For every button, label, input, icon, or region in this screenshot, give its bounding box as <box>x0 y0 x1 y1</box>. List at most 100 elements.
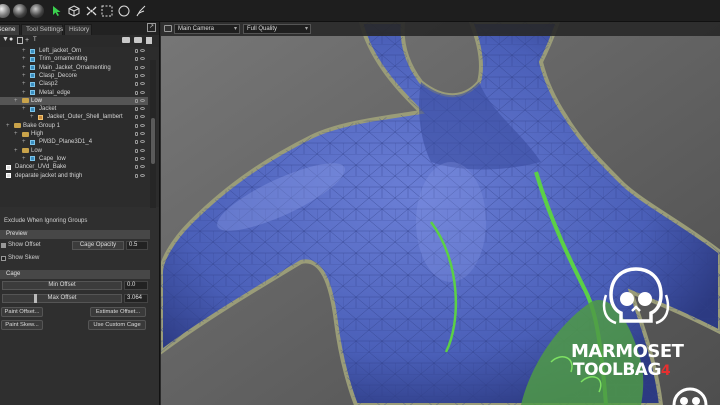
visibility-eye-icon[interactable] <box>140 132 145 135</box>
lock-icon[interactable] <box>135 165 138 170</box>
visibility-eye-icon[interactable] <box>140 65 145 69</box>
min-offset-slider[interactable]: Min Offset <box>2 281 122 290</box>
cage-opacity-slider[interactable]: Cage Opacity <box>72 241 124 250</box>
scene-tree-scrollbar[interactable] <box>150 60 156 210</box>
transform-icon[interactable] <box>84 4 98 18</box>
expand-toggle-icon[interactable]: + <box>30 113 34 121</box>
scene-tree-row[interactable]: + Trim_ornamenting <box>0 55 148 63</box>
lock-icon[interactable] <box>135 115 138 120</box>
visibility-eye-icon[interactable] <box>140 123 145 127</box>
folder-icon[interactable] <box>122 37 130 43</box>
visibility-eye-icon[interactable] <box>140 90 145 94</box>
scene-tree-row[interactable]: + Clasp2 <box>0 80 148 88</box>
lock-icon[interactable] <box>135 148 138 153</box>
tab-tool-settings[interactable]: Tool Settings <box>21 24 63 35</box>
visibility-eye-icon[interactable] <box>140 82 145 86</box>
expand-toggle-icon[interactable]: + <box>22 55 26 63</box>
visibility-eye-icon[interactable] <box>140 165 145 169</box>
lock-icon[interactable] <box>135 65 138 70</box>
preview-section-header[interactable]: Preview <box>0 230 150 239</box>
visibility-eye-icon[interactable] <box>140 148 145 152</box>
cube-icon[interactable] <box>67 4 81 18</box>
marquee-select-icon[interactable] <box>100 4 114 18</box>
scene-tree-row[interactable]: + Cape_low <box>0 155 148 163</box>
cage-section-header[interactable]: Cage <box>0 270 150 279</box>
scene-tree-row[interactable]: + Clasp_Decore <box>0 72 148 80</box>
max-offset-slider-handle[interactable] <box>34 294 37 303</box>
visibility-eye-icon[interactable] <box>140 115 145 119</box>
visibility-eye-icon[interactable] <box>140 107 145 111</box>
viewport-menu-icon[interactable] <box>164 25 172 32</box>
light-icon[interactable] <box>17 37 23 44</box>
expand-toggle-icon[interactable]: + <box>22 89 26 97</box>
expand-toggle-icon[interactable]: + <box>22 80 26 88</box>
lock-icon[interactable] <box>135 132 138 136</box>
cage-opacity-field[interactable]: 0.5 <box>126 241 148 250</box>
max-offset-field[interactable]: 3.064 <box>124 294 148 303</box>
expand-toggle-icon[interactable]: + <box>14 97 18 105</box>
add-icon[interactable]: + <box>25 37 32 44</box>
visibility-eye-icon[interactable] <box>140 140 145 144</box>
show-skew-checkbox[interactable] <box>1 256 6 261</box>
pin-icon[interactable]: ▼ <box>2 36 9 45</box>
expand-toggle-icon[interactable]: + <box>14 147 18 155</box>
quality-select[interactable]: Full Quality ▾ <box>243 24 311 34</box>
lock-icon[interactable] <box>135 82 138 87</box>
delete-icon[interactable] <box>146 37 152 44</box>
tab-history[interactable]: History <box>64 24 92 35</box>
paint-skew-button[interactable]: Paint Skew... <box>1 320 43 330</box>
scene-tree-row[interactable]: + Jacket <box>0 105 148 113</box>
expand-toggle-icon[interactable]: + <box>22 105 26 113</box>
expand-toggle-icon[interactable]: + <box>14 130 18 138</box>
expand-toggle-icon[interactable]: + <box>6 122 10 130</box>
folder-open-icon[interactable] <box>134 37 142 43</box>
visibility-eye-icon[interactable] <box>140 173 145 177</box>
paint-select-icon[interactable] <box>134 4 148 18</box>
use-custom-cage-button[interactable]: Use Custom Cage <box>88 320 146 330</box>
scene-tree-row[interactable]: + High <box>0 130 148 138</box>
visibility-eye-icon[interactable] <box>140 98 145 102</box>
lock-icon[interactable] <box>135 57 138 62</box>
visibility-eye-icon[interactable] <box>140 49 145 52</box>
show-offset-checkbox[interactable] <box>1 243 6 248</box>
expand-toggle-icon[interactable]: + <box>22 47 26 55</box>
scene-tree-row[interactable]: + Bake Group 1 <box>0 122 148 130</box>
lock-icon[interactable] <box>135 140 138 145</box>
lock-icon[interactable] <box>135 49 138 53</box>
expand-toggle-icon[interactable]: + <box>22 64 26 72</box>
undock-icon[interactable]: ↗ <box>147 23 156 32</box>
visibility-eye-icon[interactable] <box>140 73 145 77</box>
location-icon[interactable]: ● <box>9 36 16 45</box>
lock-icon[interactable] <box>135 123 138 128</box>
estimate-offset-button[interactable]: Estimate Offset... <box>90 307 146 317</box>
scene-tree-row[interactable]: + Left_jacket_Orn <box>0 47 148 55</box>
lock-icon[interactable] <box>135 107 138 112</box>
sphere-icon[interactable] <box>0 4 10 18</box>
max-offset-slider[interactable]: Max Offset <box>2 294 122 303</box>
scene-tree-row[interactable]: + Main_Jacket_Ornamenting <box>0 64 148 72</box>
camera-select[interactable]: Main Camera ▾ <box>174 24 240 34</box>
scene-tree-row[interactable]: + Jacket_Outer_Shell_lambert <box>0 113 148 121</box>
min-offset-field[interactable]: 0.0 <box>124 281 148 290</box>
sphere-dark-icon[interactable] <box>13 4 27 18</box>
expand-toggle-icon[interactable]: + <box>22 155 26 163</box>
visibility-eye-icon[interactable] <box>140 156 145 160</box>
lock-icon[interactable] <box>135 98 138 103</box>
lasso-circle-icon[interactable] <box>117 4 131 18</box>
visibility-eye-icon[interactable] <box>140 57 145 61</box>
paint-offset-button[interactable]: Paint Offset... <box>1 307 43 317</box>
lock-icon[interactable] <box>135 173 138 178</box>
scene-tree-row[interactable]: + Metal_edge <box>0 89 148 97</box>
tab-scene[interactable]: Scene <box>0 24 20 35</box>
scene-tree-row[interactable]: Dancer_UVd_Bake <box>0 163 148 171</box>
text-icon[interactable]: T <box>33 37 39 44</box>
sphere-dark-icon[interactable] <box>30 4 44 18</box>
select-arrow-icon[interactable] <box>50 4 64 18</box>
lock-icon[interactable] <box>135 73 138 78</box>
lock-icon[interactable] <box>135 90 138 95</box>
scene-tree-row[interactable]: + Low <box>0 147 148 155</box>
scene-tree-row[interactable]: deparate jacket and thigh <box>0 172 148 180</box>
scrollbar-thumb[interactable] <box>151 118 155 164</box>
lock-icon[interactable] <box>135 156 138 161</box>
scene-tree-row[interactable]: + Low <box>0 96 148 106</box>
